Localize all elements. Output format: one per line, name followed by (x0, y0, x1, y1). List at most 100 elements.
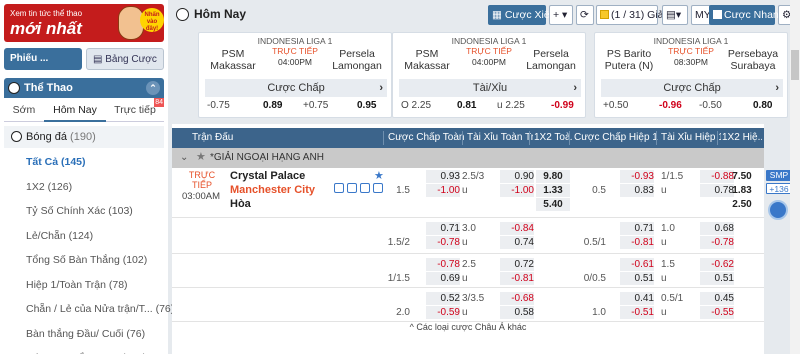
card-league: INDONESIA LIGA 1 (257, 36, 333, 46)
page-scrollbar[interactable] (790, 0, 800, 354)
card-market-label: Tài/Xỉu (472, 82, 508, 94)
smp-button[interactable]: SMP (766, 170, 792, 181)
card-odds-value[interactable]: 0.89 (263, 99, 282, 113)
more-asian-link[interactable]: ^ Các loại cược Châu Á khác (172, 322, 764, 332)
featured-match-card[interactable]: INDONESIA LIGA 1 TRỰC TIẾP 08:30PM PS Barit… (594, 32, 788, 118)
total-line: u (462, 273, 468, 284)
parlay-button[interactable]: ▦ Cược Xiên (488, 5, 556, 25)
card-odds-value[interactable]: 0.95 (357, 99, 376, 113)
odds-1x2-value[interactable]: 9.80 (539, 170, 567, 183)
scrollbar-thumb[interactable] (791, 50, 799, 80)
checkbox-icon (713, 10, 722, 19)
card-odds-value[interactable]: -0.99 (551, 99, 574, 113)
odds-value[interactable]: 0.68 (702, 222, 734, 235)
card-odds-value[interactable]: 0.81 (457, 99, 476, 113)
odds-value[interactable]: -0.81 (502, 272, 534, 285)
odds-value[interactable]: 0.71 (622, 222, 654, 235)
total-line: u (462, 185, 468, 196)
odds-value[interactable]: 0.93 (428, 170, 460, 183)
odds-value[interactable]: -0.78 (702, 236, 734, 249)
odds-value[interactable]: 0.69 (428, 272, 460, 285)
sidebar-market-item[interactable]: Tất Cả (145) (4, 150, 164, 175)
more-markets-button[interactable]: +136 (766, 183, 792, 194)
featured-match-card[interactable]: INDONESIA LIGA 1 TRỰC TIẾP 04:00PM PSM Maka… (198, 32, 392, 118)
sidebar-market-item[interactable]: Lẻ/Chẵn (124) (4, 224, 164, 249)
quick-bet-toggle[interactable]: Cược Nhanh (709, 5, 785, 25)
odds-value[interactable]: -1.00 (502, 184, 534, 197)
league-row[interactable]: ⌄ ★ *GIẢI NGOẠI HẠNG ANH (172, 148, 764, 168)
chevron-right-icon: › (775, 82, 779, 94)
sidebar-market-item[interactable]: Tỷ Số Chính Xác (103) (4, 199, 164, 224)
my-bets-tab[interactable]: ▤ Bảng Cược (86, 48, 164, 70)
quick-bet-label: Cược Nhanh (724, 9, 785, 21)
tab-today[interactable]: Hôm Nay (44, 98, 106, 122)
soccer-ball-icon (176, 8, 189, 21)
betslip-tab[interactable]: Phiếu ... (4, 48, 82, 70)
odds-value[interactable]: 0.90 (502, 170, 534, 183)
odds-value[interactable]: -0.93 (622, 170, 654, 183)
tab-early[interactable]: Sớm (4, 98, 44, 122)
column-header: Cược Chấp Toàn ... (388, 132, 466, 143)
star-icon[interactable]: ★ (196, 147, 206, 167)
odds-value[interactable]: 0.72 (502, 258, 534, 271)
odds-1x2-value[interactable]: 1.33 (539, 184, 567, 197)
column-divider (569, 131, 570, 145)
odds-value[interactable]: 0.45 (702, 292, 734, 305)
odds-1x2-value[interactable]: 5.40 (539, 198, 567, 211)
handicap-line: 0.5 (592, 185, 606, 196)
handicap-line: 1.5/2 (387, 237, 410, 248)
card-odds-label: -0.50 (699, 100, 722, 111)
sidebar-market-item[interactable]: 1X2 (126) (4, 175, 164, 200)
history-icon[interactable] (768, 200, 788, 220)
chevron-right-icon: › (379, 82, 383, 94)
odds-value[interactable]: 0.52 (428, 292, 460, 305)
card-odds-value[interactable]: -0.96 (659, 99, 682, 113)
league-filter-button[interactable]: (1 / 31) Giải (596, 5, 666, 25)
banner-line1: Xem tin tức thể thao (10, 9, 83, 18)
odds-value[interactable]: 0.51 (702, 272, 734, 285)
odds-value[interactable]: 0.41 (622, 292, 654, 305)
odds-value[interactable]: -0.61 (622, 258, 654, 271)
collapse-icon[interactable]: ⌃ (146, 81, 160, 95)
sports-header[interactable]: Thể Thao ⌃ (4, 78, 164, 98)
odds-value[interactable]: -0.51 (622, 306, 654, 319)
odds-value[interactable]: -1.00 (428, 184, 460, 197)
odds-type-button[interactable]: MY (691, 5, 711, 25)
odds-1x2-value[interactable]: 7.50 (728, 170, 756, 183)
card-market[interactable]: Tài/Xỉu › (399, 79, 581, 97)
odds-1x2-value[interactable]: 2.50 (728, 198, 756, 211)
card-market[interactable]: Cược Chấp › (601, 79, 783, 97)
card-odds-label: O 2.25 (401, 100, 432, 111)
news-banner[interactable]: Xem tin tức thể thao mới nhất Nhấn vào đ… (4, 4, 164, 42)
sidebar-market-item[interactable]: Cá Cược Tổng Hợp (421) (4, 346, 164, 354)
odds-value[interactable]: 0.58 (502, 306, 534, 319)
odds-value[interactable]: 0.83 (622, 184, 654, 197)
tab-live[interactable]: Trực tiếp 84 (106, 98, 164, 122)
sidebar-market-item[interactable]: Chẵn / Lẻ của Nửa trận/T... (76) (4, 297, 174, 322)
collapse-icon[interactable]: ⌄ (180, 148, 188, 168)
sidebar-market-item[interactable]: Hiệp 1/Toàn Trận (78) (4, 273, 164, 298)
card-odds-value[interactable]: 0.80 (753, 99, 772, 113)
odds-value[interactable]: -0.68 (502, 292, 534, 305)
odds-value[interactable]: -0.55 (702, 306, 734, 319)
layout-toggle-button[interactable]: ▤▾ (662, 5, 688, 25)
event-block: TRỰC TIẾP 03:00AM Crystal Palace Manches… (172, 168, 764, 354)
sport-soccer[interactable]: Bóng đá (190) (4, 126, 164, 148)
odds-value[interactable]: -0.78 (428, 258, 460, 271)
card-market[interactable]: Cược Chấp › (205, 79, 387, 97)
odds-value[interactable]: -0.59 (428, 306, 460, 319)
odds-value[interactable]: -0.62 (702, 258, 734, 271)
featured-match-card[interactable]: INDONESIA LIGA 1 TRỰC TIẾP 04:00PM PSM Maka… (392, 32, 586, 118)
card-away-team: Persela Lamongan (332, 48, 382, 72)
refresh-button[interactable]: ⟳ (576, 5, 594, 25)
odds-value[interactable]: -0.84 (502, 222, 534, 235)
odds-value[interactable]: 0.51 (622, 272, 654, 285)
odds-1x2-value[interactable]: 1.83 (728, 184, 756, 197)
odds-value[interactable]: 0.71 (428, 222, 460, 235)
odds-value[interactable]: 0.74 (502, 236, 534, 249)
sidebar-market-item[interactable]: Bàn thắng Đầu/ Cuối (76) (4, 322, 164, 347)
expand-button[interactable]: + ▾ (549, 5, 573, 25)
odds-value[interactable]: -0.78 (428, 236, 460, 249)
sidebar-market-item[interactable]: Tổng Số Bàn Thắng (102) (4, 248, 164, 273)
odds-value[interactable]: -0.81 (622, 236, 654, 249)
